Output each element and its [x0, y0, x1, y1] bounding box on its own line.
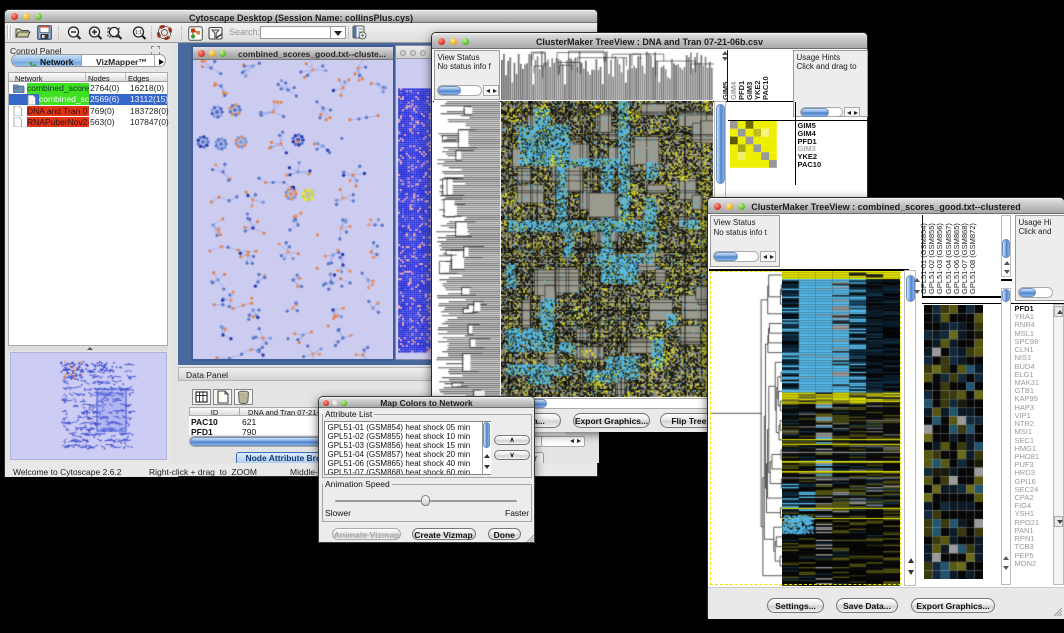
svg-text:1:1: 1:1 — [135, 30, 142, 36]
